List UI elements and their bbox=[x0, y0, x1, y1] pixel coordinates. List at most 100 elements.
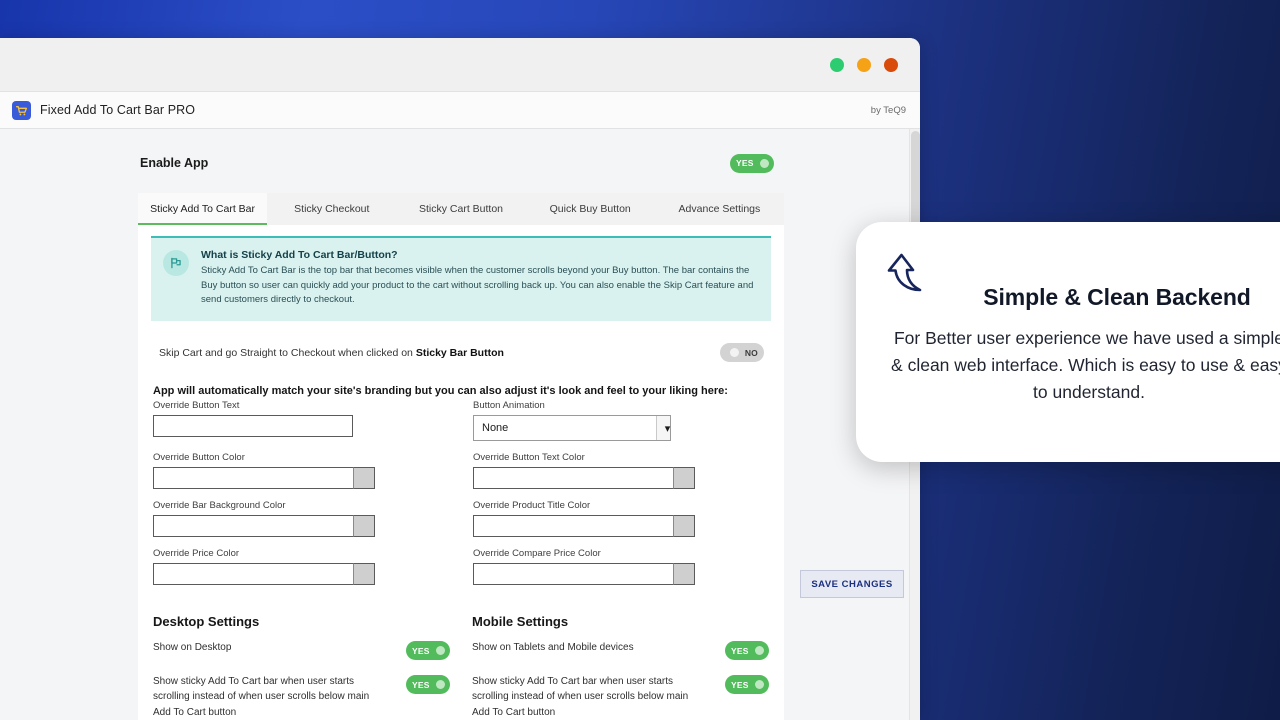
setting-label: Show sticky Add To Cart bar when user st… bbox=[153, 676, 370, 718]
override-compare-price-color-swatch[interactable] bbox=[673, 563, 695, 586]
field-label: Override Price Color bbox=[153, 548, 240, 560]
field-label: Override Button Text Color bbox=[473, 452, 585, 464]
desktop-settings-heading: Desktop Settings bbox=[153, 614, 260, 630]
color-input-group bbox=[153, 467, 449, 490]
override-button-text-input[interactable] bbox=[153, 415, 353, 438]
curved-up-arrow-icon bbox=[880, 244, 942, 311]
field-label: Override Compare Price Color bbox=[473, 548, 601, 560]
skip-cart-label: Skip Cart and go Straight to Checkout wh… bbox=[159, 347, 504, 359]
enable-app-row: Enable App YES bbox=[138, 145, 784, 181]
field-override-button-text: Override Button Text bbox=[153, 400, 449, 441]
setting-label: Show on Desktop bbox=[153, 642, 232, 654]
window-titlebar bbox=[0, 38, 920, 91]
tab-sticky-add-to-cart-bar[interactable]: Sticky Add To Cart Bar bbox=[138, 193, 268, 225]
tab-quick-buy-button[interactable]: Quick Buy Button bbox=[526, 193, 655, 225]
color-input-group bbox=[473, 467, 769, 490]
skip-cart-label-text: Skip Cart and go Straight to Checkout wh… bbox=[159, 346, 416, 359]
tab-bar: Sticky Add To Cart Bar Sticky Checkout S… bbox=[138, 193, 784, 225]
desktop-settings-column: Desktop Settings Show on Desktop YES Sho… bbox=[153, 614, 450, 720]
override-button-color-input[interactable] bbox=[153, 467, 353, 490]
field-label: Button Animation bbox=[473, 400, 545, 412]
setting-row: Show on Desktop YES bbox=[153, 640, 450, 661]
setting-toggle-label: YES bbox=[412, 645, 430, 656]
info-banner-body: Sticky Add To Cart Bar is the top bar th… bbox=[201, 265, 754, 306]
setting-toggle[interactable]: YES bbox=[725, 641, 769, 661]
device-settings: Desktop Settings Show on Desktop YES Sho… bbox=[151, 614, 771, 720]
button-animation-value: None bbox=[482, 422, 509, 435]
setting-label: Show on Tablets and Mobile devices bbox=[472, 642, 634, 654]
field-override-bar-background-color: Override Bar Background Color bbox=[153, 500, 449, 538]
enable-app-toggle[interactable]: YES bbox=[730, 153, 774, 173]
color-input-group bbox=[473, 515, 769, 538]
flag-info-icon bbox=[163, 250, 189, 276]
color-input-group bbox=[473, 563, 769, 586]
toggle-knob bbox=[754, 646, 764, 656]
override-button-text-color-swatch[interactable] bbox=[673, 467, 695, 490]
settings-card: Sticky Add To Cart Bar Sticky Checkout S… bbox=[138, 193, 784, 720]
app-title: Fixed Add To Cart Bar PRO bbox=[40, 103, 196, 117]
override-button-color-swatch[interactable] bbox=[353, 467, 375, 490]
toggle-knob bbox=[759, 158, 769, 168]
tab-panel: What is Sticky Add To Cart Bar/Button? S… bbox=[138, 225, 784, 720]
feature-callout: Simple & Clean Backend For Better user e… bbox=[856, 222, 1280, 462]
app-byline: by TeQ9 bbox=[870, 104, 906, 116]
field-override-button-text-color: Override Button Text Color bbox=[473, 452, 769, 490]
tab-advance-settings[interactable]: Advance Settings bbox=[655, 193, 784, 225]
toggle-knob bbox=[435, 680, 445, 690]
tab-sticky-checkout[interactable]: Sticky Checkout bbox=[267, 193, 396, 225]
minimize-button-dot[interactable] bbox=[830, 57, 844, 72]
field-label: Override Button Color bbox=[153, 452, 245, 464]
setting-toggle[interactable]: YES bbox=[406, 641, 450, 661]
mobile-settings-column: Mobile Settings Show on Tablets and Mobi… bbox=[472, 614, 769, 720]
enable-app-label: Enable App bbox=[140, 156, 209, 170]
setting-toggle[interactable]: YES bbox=[725, 675, 769, 695]
field-override-product-title-color: Override Product Title Color bbox=[473, 500, 769, 538]
setting-label: Show sticky Add To Cart bar when user st… bbox=[472, 676, 689, 718]
override-compare-price-color-input[interactable] bbox=[473, 563, 673, 586]
color-input-group bbox=[153, 515, 449, 538]
field-label: Override Button Text bbox=[153, 400, 240, 412]
save-changes-area: SAVE CHANGES bbox=[800, 570, 904, 598]
color-input-group bbox=[153, 563, 449, 586]
setting-row: Show sticky Add To Cart bar when user st… bbox=[472, 674, 769, 720]
override-bar-background-color-swatch[interactable] bbox=[353, 515, 375, 538]
override-product-title-color-swatch[interactable] bbox=[673, 515, 695, 538]
toggle-knob bbox=[754, 680, 764, 690]
save-changes-button[interactable]: SAVE CHANGES bbox=[800, 570, 904, 598]
window-controls[interactable] bbox=[830, 57, 898, 72]
override-bar-background-color-input[interactable] bbox=[153, 515, 353, 538]
skip-cart-label-bold: Sticky Bar Button bbox=[415, 346, 504, 359]
override-fields-grid: Override Button Text Button Animation No… bbox=[151, 400, 771, 596]
override-price-color-swatch[interactable] bbox=[353, 563, 375, 586]
setting-row: Show on Tablets and Mobile devices YES bbox=[472, 640, 769, 661]
button-animation-select[interactable]: None ▾ bbox=[473, 415, 671, 442]
callout-title: Simple & Clean Backend bbox=[983, 284, 1251, 310]
branding-note: App will automatically match your site's… bbox=[153, 385, 728, 398]
toggle-knob bbox=[729, 348, 739, 358]
skip-cart-row: Skip Cart and go Straight to Checkout wh… bbox=[151, 343, 771, 363]
app-header: Fixed Add To Cart Bar PRO by TeQ9 bbox=[0, 91, 920, 129]
settings-content: Enable App YES Sticky Add To Cart Bar St… bbox=[138, 129, 910, 720]
enable-app-toggle-label: YES bbox=[736, 158, 754, 168]
chevron-down-icon: ▾ bbox=[656, 416, 670, 441]
field-override-button-color: Override Button Color bbox=[153, 452, 449, 490]
field-override-price-color: Override Price Color bbox=[153, 548, 449, 586]
tab-sticky-cart-button[interactable]: Sticky Cart Button bbox=[396, 193, 525, 225]
skip-cart-toggle[interactable]: NO bbox=[720, 343, 764, 363]
maximize-button-dot[interactable] bbox=[857, 57, 871, 72]
override-button-text-color-input[interactable] bbox=[473, 467, 673, 490]
setting-toggle-label: YES bbox=[731, 645, 749, 656]
setting-toggle[interactable]: YES bbox=[406, 675, 450, 695]
field-label: Override Bar Background Color bbox=[153, 500, 286, 512]
mobile-settings-heading: Mobile Settings bbox=[472, 614, 569, 630]
app-body: Enable App YES Sticky Add To Cart Bar St… bbox=[0, 129, 920, 720]
toggle-knob bbox=[435, 646, 445, 656]
field-override-compare-price-color: Override Compare Price Color bbox=[473, 548, 769, 586]
field-label: Override Product Title Color bbox=[473, 500, 591, 512]
skip-cart-toggle-label: NO bbox=[744, 347, 758, 358]
override-price-color-input[interactable] bbox=[153, 563, 353, 586]
close-button-dot[interactable] bbox=[884, 57, 898, 72]
setting-row: Show sticky Add To Cart bar when user st… bbox=[153, 674, 450, 720]
override-product-title-color-input[interactable] bbox=[473, 515, 673, 538]
setting-toggle-label: YES bbox=[412, 679, 430, 690]
